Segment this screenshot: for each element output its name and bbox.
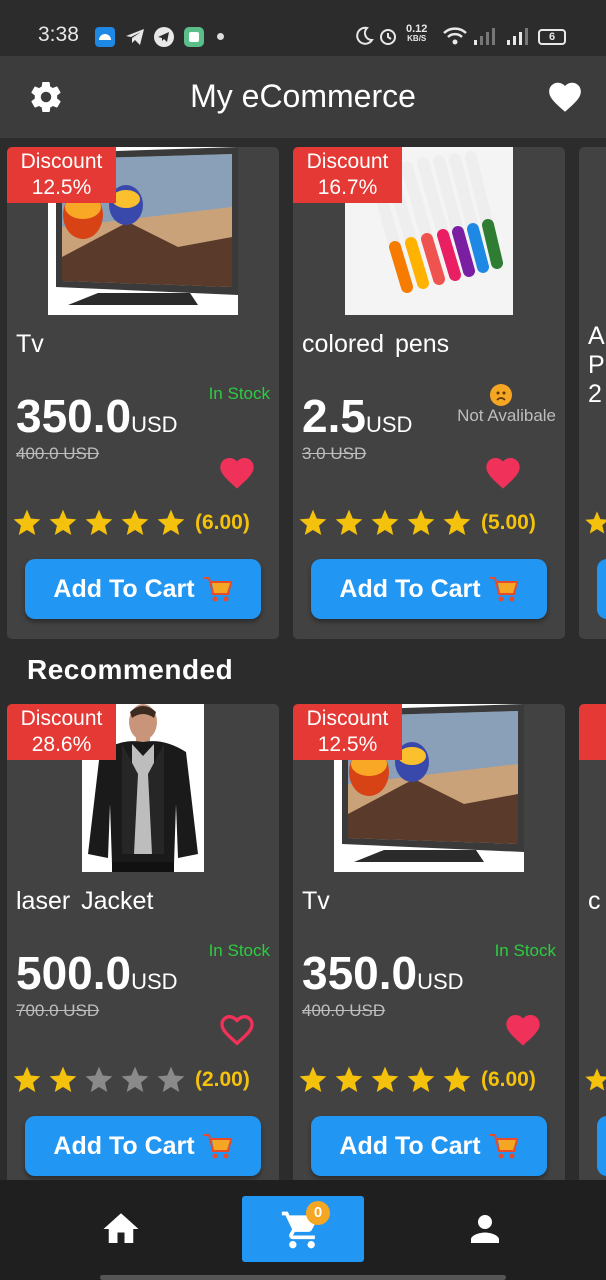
rating-stars: (2.00) [11, 1064, 250, 1096]
star-filled-icon [13, 509, 41, 535]
product-price: 2.5USD [302, 390, 413, 442]
rating-value: (2.00) [195, 1068, 250, 1091]
rating-stars: (5.00) [297, 507, 536, 539]
telegram-circle-icon [154, 27, 174, 47]
product-name: c [588, 887, 601, 915]
star-empty-icon [157, 1066, 185, 1092]
section-title-recommended: Recommended [27, 654, 234, 685]
shopping-cart-icon [489, 1134, 518, 1159]
star-filled-icon [299, 509, 327, 535]
add-to-cart-button[interactable]: Add To Cart [311, 1116, 547, 1176]
star-filled-icon [443, 509, 471, 535]
product-price: 350.0USD [16, 390, 178, 442]
gesture-bar [100, 1275, 506, 1280]
product-name: laser Jacket [16, 887, 154, 915]
star-filled-icon [335, 1066, 363, 1092]
star-filled-icon [121, 509, 149, 535]
rating-stars: (6.00) [297, 1064, 536, 1096]
sad-face-icon [490, 384, 512, 406]
network-speed: 0.12 KB/S [406, 23, 428, 44]
star-filled-icon [49, 1066, 77, 1092]
stock-status: Not Avalibale [457, 406, 556, 425]
stock-status: In Stock [208, 941, 270, 960]
favorite-heart-icon[interactable] [217, 453, 257, 493]
star-icon [585, 1068, 606, 1091]
favorite-heart-icon[interactable] [503, 1010, 543, 1050]
battery-indicator: 6 [538, 29, 566, 45]
stock-status: In Stock [208, 384, 270, 403]
signal-icon-2 [507, 28, 528, 45]
rating-value: (6.00) [195, 511, 250, 534]
stock-status: In Stock [494, 941, 556, 960]
android-notification-icon [95, 27, 115, 47]
status-bar: 3:38 0.12 KB/S 6 [0, 0, 606, 56]
star-filled-icon [299, 1066, 327, 1092]
add-to-cart-button[interactable] [597, 559, 606, 619]
rating-value: (6.00) [481, 1068, 536, 1091]
old-price: 3.0 USD [302, 444, 367, 463]
discount-badge: Discount 12.5% [293, 704, 402, 760]
star-filled-icon [85, 509, 113, 535]
discount-badge [579, 704, 606, 760]
star-filled-icon [13, 1066, 41, 1092]
old-price: 400.0 USD [16, 444, 100, 463]
nav-cart-button[interactable]: 0 [242, 1196, 364, 1262]
product-card[interactable]: Discount 12.5% Tv In Stock 350.0USD 400.0… [293, 704, 565, 1196]
star-icon [585, 511, 606, 534]
old-price: 400.0 USD [302, 1001, 386, 1020]
star-empty-icon [121, 1066, 149, 1092]
product-card[interactable]: Discount 28.6% laser Jacket In Stock 500.… [7, 704, 279, 1196]
app-notification-icon [184, 27, 204, 47]
profile-icon[interactable] [464, 1208, 506, 1250]
star-filled-icon [49, 509, 77, 535]
rating-stars: (6.00) [11, 507, 250, 539]
star-filled-icon [335, 509, 363, 535]
cart-badge: 0 [306, 1201, 330, 1225]
add-to-cart-button[interactable]: Add To Cart [25, 559, 261, 619]
star-filled-icon [443, 1066, 471, 1092]
star-filled-icon [407, 1066, 435, 1092]
status-time: 3:38 [38, 23, 79, 46]
discount-badge: Discount 28.6% [7, 704, 116, 760]
rating-value: (5.00) [481, 511, 536, 534]
home-icon[interactable] [100, 1208, 142, 1250]
telegram-icon [126, 29, 144, 45]
product-card-partial[interactable]: c [579, 704, 606, 1196]
bottom-navigation: 0 [0, 1180, 606, 1280]
star-filled-icon [371, 509, 399, 535]
product-card-partial[interactable]: A P 2 [579, 147, 606, 639]
signal-icon-1 [474, 28, 495, 45]
product-name: Tv [16, 330, 44, 358]
star-filled-icon [371, 1066, 399, 1092]
app-title: My eCommerce [190, 78, 416, 114]
shopping-cart-icon [203, 1134, 232, 1159]
old-price: 700.0 USD [16, 1001, 100, 1020]
favorite-heart-icon[interactable] [483, 453, 523, 493]
product-card[interactable]: Discount 16.7% colored pens Not Avalibale… [293, 147, 565, 639]
favorites-heart-icon[interactable] [546, 78, 584, 116]
add-to-cart-button[interactable]: Add To Cart [25, 1116, 261, 1176]
notification-dot [217, 33, 224, 40]
product-price: 350.0USD [302, 947, 464, 999]
product-name: A P 2 [588, 322, 605, 408]
product-name: colored pens [302, 330, 450, 358]
wifi-icon [443, 27, 467, 45]
favorite-heart-outline-icon[interactable] [217, 1010, 257, 1050]
star-filled-icon [407, 509, 435, 535]
shopping-cart-icon [489, 577, 518, 602]
discount-badge: Discount 16.7% [293, 147, 402, 203]
star-filled-icon [157, 509, 185, 535]
add-to-cart-button[interactable] [597, 1116, 606, 1176]
product-price: 500.0USD [16, 947, 178, 999]
add-to-cart-button[interactable]: Add To Cart [311, 559, 547, 619]
app-bar: My eCommerce [0, 56, 606, 138]
product-name: Tv [302, 887, 330, 915]
do-not-disturb-moon-icon [356, 26, 374, 45]
star-empty-icon [85, 1066, 113, 1092]
shopping-cart-icon [203, 577, 232, 602]
product-card[interactable]: Discount 12.5% Tv In Stock 350.0USD 400.0… [7, 147, 279, 639]
alarm-icon [380, 29, 396, 45]
discount-badge: Discount 12.5% [7, 147, 116, 203]
